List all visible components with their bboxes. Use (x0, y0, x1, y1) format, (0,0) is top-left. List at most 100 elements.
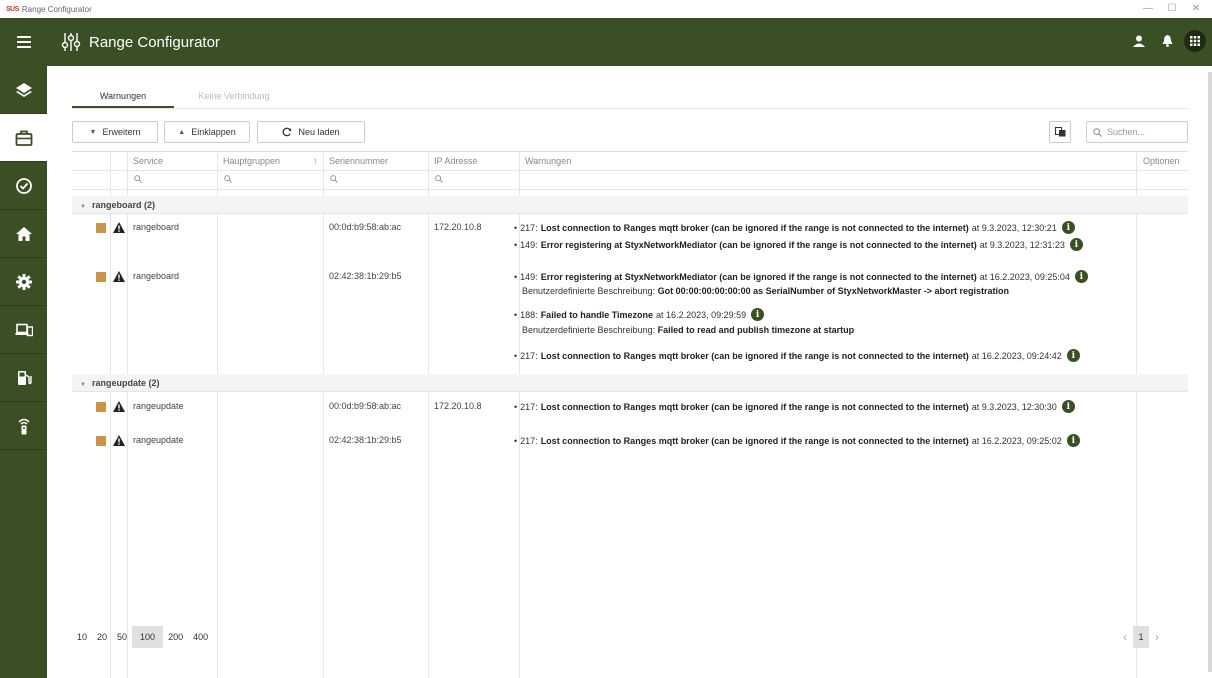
warning-item: • 217: Lost connection to Ranges mqtt brok… (514, 434, 1080, 447)
info-icon[interactable]: i (1074, 270, 1088, 283)
group-row[interactable]: ▼ rangeboard (2) (72, 196, 1188, 214)
pagination: ‹ 1 › (1123, 626, 1159, 648)
apps-grid-icon (1190, 36, 1200, 46)
status-indicator (96, 436, 106, 446)
warning-description: Benutzerdefinierte Beschreibung: Got 00:… (522, 286, 1009, 296)
column-seriennummer[interactable]: Seriennummer (324, 152, 388, 171)
info-icon[interactable]: i (1061, 221, 1075, 234)
reload-label: Neu laden (298, 127, 340, 137)
warning-icon (113, 401, 125, 412)
menu-icon (16, 36, 31, 48)
page-size-option[interactable]: 20 (92, 626, 112, 648)
search-icon (435, 175, 443, 183)
page-size-selector: 10 20 50 100 200 400 (72, 626, 213, 648)
sidebar-item-home[interactable] (0, 210, 47, 258)
filter-hauptgruppen[interactable] (210, 171, 232, 190)
search-input[interactable]: Suchen... (1086, 121, 1188, 143)
app-logo: SUS (6, 5, 19, 13)
window-controls: — ☐ ✕ (1136, 0, 1208, 18)
search-icon (1093, 127, 1102, 137)
page-size-option[interactable]: 400 (188, 626, 213, 648)
collapse-label: Einklappen (191, 127, 236, 137)
bell-icon (1162, 35, 1172, 47)
warning-item: • 217: Lost connection to Ranges mqtt brok… (514, 400, 1075, 413)
serial-cell: 00:0d:b9:58:ab:ac (329, 401, 402, 411)
refresh-icon (283, 127, 292, 137)
warning-icon (113, 222, 125, 233)
ip-cell: 172.20.10.8 (434, 222, 482, 232)
main-content: Warnungen Keine Verbindung ▼ Erweitern ▲… (47, 66, 1212, 678)
service-cell: rangeboard (133, 271, 180, 281)
sidebar-item-remote[interactable] (0, 402, 47, 450)
maximize-button[interactable]: ☐ (1160, 0, 1184, 18)
group-row[interactable]: ▼ rangeupdate (2) (72, 374, 1188, 392)
search-placeholder: Suchen... (1107, 127, 1146, 137)
filter-service[interactable] (120, 171, 142, 190)
sidebar-item-settings[interactable] (0, 258, 47, 306)
export-button[interactable] (1049, 121, 1071, 143)
warning-icon (113, 435, 125, 446)
sidebar-item-fuel[interactable] (0, 354, 47, 402)
vertical-scrollbar[interactable] (1208, 72, 1212, 672)
chevron-right-icon[interactable]: › (1155, 630, 1159, 644)
column-ip-adresse[interactable]: IP Adresse (429, 152, 477, 171)
status-indicator (96, 272, 106, 282)
notifications-button[interactable] (1156, 30, 1178, 52)
app-header: Range Configurator (0, 18, 1212, 66)
table-header: Service Hauptgruppen ↑ Seriennummer IP A… (72, 152, 1188, 171)
caret-down-icon: ▼ (80, 204, 86, 210)
info-icon[interactable]: i (751, 308, 765, 321)
filter-row (72, 171, 1188, 190)
hamburger-menu-button[interactable] (0, 18, 47, 66)
serial-cell: 02:42:38:1b:29:b5 (329, 271, 402, 281)
warning-item: • 149: Error registering at StyxNetworkMed… (514, 238, 1083, 251)
close-window-button[interactable]: ✕ (1184, 0, 1208, 18)
page-number[interactable]: 1 (1133, 626, 1149, 648)
info-icon[interactable]: i (1066, 434, 1080, 447)
page-size-option[interactable]: 10 (72, 626, 92, 648)
chevron-left-icon[interactable]: ‹ (1123, 630, 1127, 644)
tab-warnungen[interactable]: Warnungen (72, 88, 174, 108)
sort-asc-icon: ↑ (313, 156, 318, 166)
reload-button[interactable]: Neu laden (257, 121, 365, 143)
page-size-option-selected[interactable]: 100 (132, 626, 164, 648)
expand-label: Erweitern (102, 127, 141, 137)
info-icon[interactable]: i (1069, 238, 1083, 251)
search-icon (330, 175, 338, 183)
gear-icon (15, 273, 32, 290)
search-icon (224, 175, 232, 183)
service-cell: rangeupdate (133, 401, 184, 411)
column-hauptgruppen[interactable]: Hauptgruppen (218, 152, 280, 171)
expand-button[interactable]: ▼ Erweitern (72, 121, 158, 143)
warning-item: • 217: Lost connection to Ranges mqtt brok… (514, 349, 1080, 362)
brand: Range Configurator (61, 32, 220, 52)
warning-description: Benutzerdefinierte Beschreibung: Failed … (522, 325, 855, 335)
copy-icon (1054, 127, 1065, 137)
status-indicator (96, 402, 106, 412)
sidebar-item-configuration[interactable] (0, 114, 47, 162)
sidebar-item-devices[interactable] (0, 306, 47, 354)
info-icon[interactable]: i (1066, 349, 1080, 362)
check-circle-icon (15, 177, 32, 194)
user-button[interactable] (1128, 30, 1150, 52)
home-icon (15, 226, 32, 241)
toolbar: ▼ Erweitern ▲ Einklappen Neu laden Suche… (72, 121, 1188, 143)
sidebar-item-layers[interactable] (0, 66, 47, 114)
column-service[interactable]: Service (128, 152, 163, 171)
filter-ip[interactable] (421, 171, 443, 190)
column-warnungen[interactable]: Warnungen (520, 152, 571, 171)
warning-item: • 149: Error registering at StyxNetworkMed… (514, 270, 1088, 283)
group-label: rangeupdate (2) (91, 378, 160, 388)
tab-keine-verbindung[interactable]: Keine Verbindung (174, 88, 294, 108)
serial-cell: 00:0d:b9:58:ab:ac (329, 222, 402, 232)
window-title: Range Configurator (21, 4, 92, 14)
status-indicator (96, 223, 106, 233)
page-size-option[interactable]: 50 (112, 626, 132, 648)
info-icon[interactable]: i (1061, 400, 1075, 413)
apps-button[interactable] (1184, 30, 1206, 52)
minimize-button[interactable]: — (1136, 0, 1160, 18)
sidebar-item-check[interactable] (0, 162, 47, 210)
filter-seriennummer[interactable] (316, 171, 338, 190)
collapse-button[interactable]: ▲ Einklappen (164, 121, 250, 143)
page-size-option[interactable]: 200 (163, 626, 188, 648)
